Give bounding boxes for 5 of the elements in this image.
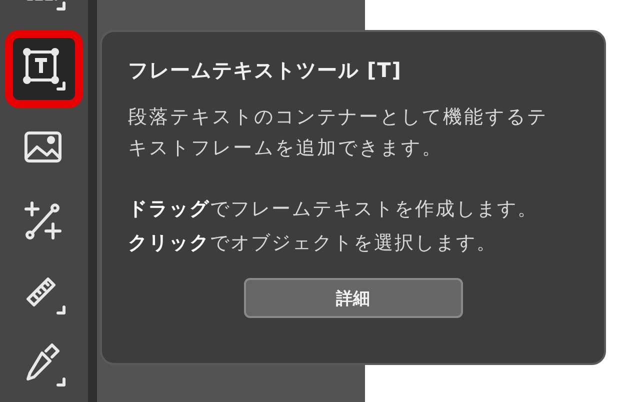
tooltip-description: 段落テキストのコンテナーとして機能するテキストフレームを追加できます。 — [128, 105, 549, 161]
details-button[interactable]: 詳細 — [244, 278, 462, 318]
tooltip-title: フレームテキストツール [T] — [128, 57, 403, 84]
instruction-text: ドラッグでフレームテキストを作成します。 — [128, 197, 539, 222]
instruction-text: クリックでオブジェクトを選択します。 — [128, 231, 498, 256]
